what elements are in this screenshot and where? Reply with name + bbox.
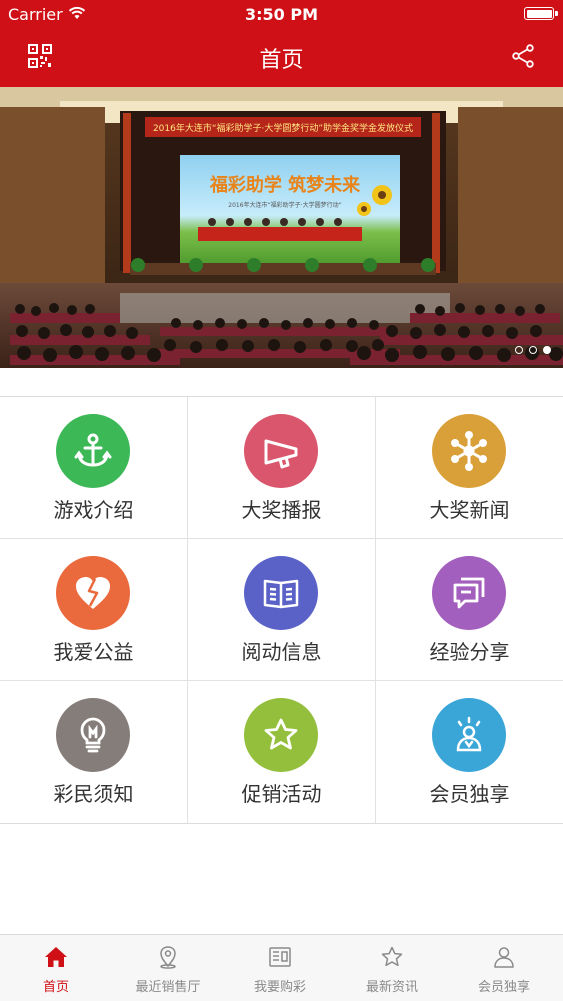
grid-item-label: 经验分享 <box>429 640 510 664</box>
banner-carousel[interactable]: 2016年大连市“福彩助学子·大学圆梦行动”助学金奖学金发放仪式 福彩助学 筑梦… <box>0 87 563 368</box>
clock: 3:50 PM <box>244 5 318 24</box>
grid-item-member-exclusive[interactable]: 会员独享 <box>376 681 563 822</box>
battery-icon <box>524 7 558 20</box>
tab-home[interactable]: 首页 <box>0 935 112 1001</box>
tab-buy-lottery[interactable]: 我要购彩 <box>224 935 336 1001</box>
share-icon[interactable] <box>511 44 535 68</box>
carousel-dot-active[interactable] <box>543 346 551 354</box>
status-bar: Carrier 3:50 PM <box>0 0 563 30</box>
tab-label: 首页 <box>42 980 69 995</box>
grid-item-label: 彩民须知 <box>53 782 134 806</box>
grid-icon-circle <box>56 556 130 630</box>
grid-icon-circle <box>56 414 130 488</box>
tab-label: 我要购彩 <box>253 980 306 995</box>
user-icon <box>494 947 514 968</box>
grid-icon-circle <box>432 698 506 772</box>
grid-icon-circle <box>432 556 506 630</box>
star-icon <box>264 718 298 750</box>
stage-banner-text: 2016年大连市“福彩助学子·大学圆梦行动”助学金奖学金发放仪式 <box>153 122 413 134</box>
grid-item-label: 促销活动 <box>241 782 322 806</box>
grid-icon-circle <box>432 414 506 488</box>
megaphone-icon <box>264 439 298 469</box>
ticket-icon <box>269 947 291 967</box>
star-outline-icon <box>381 946 403 967</box>
lightbulb-icon <box>80 717 106 753</box>
carousel-dot[interactable] <box>515 346 523 354</box>
tab-latest-news[interactable]: 最新资讯 <box>336 935 448 1001</box>
tab-nearby-stores[interactable]: 最近销售厅 <box>112 935 224 1001</box>
grid-item-promotions[interactable]: 促销活动 <box>188 681 375 822</box>
grid-icon-circle <box>56 698 130 772</box>
app-header: Carrier 3:50 PM 首页 <box>0 0 563 87</box>
grid-item-label: 我爱公益 <box>53 640 134 664</box>
grid-item-game-intro[interactable]: 游戏介绍 <box>0 397 187 538</box>
grid-item-player-notice[interactable]: 彩民须知 <box>0 681 187 822</box>
anchor-icon <box>74 433 112 467</box>
grid-item-jackpot-broadcast[interactable]: 大奖播报 <box>188 397 375 538</box>
screen-slogan: 福彩助学 筑梦未来 <box>209 174 361 196</box>
tab-label: 会员独享 <box>477 980 530 995</box>
tab-label: 最近销售厅 <box>135 980 201 995</box>
grid-item-charity[interactable]: 我爱公益 <box>0 539 187 680</box>
tab-member[interactable]: 会员独享 <box>448 935 560 1001</box>
home-icon <box>45 947 67 967</box>
grid-icon-circle <box>244 556 318 630</box>
screen-caption: 2016年大连市“福彩助学子·大学圆梦行动” <box>228 201 341 209</box>
grid-icon-circle <box>244 414 318 488</box>
carousel-indicator[interactable] <box>515 346 551 354</box>
chat-icon <box>453 577 485 609</box>
grid-item-experience-share[interactable]: 经验分享 <box>376 539 563 680</box>
grid-item-label: 游戏介绍 <box>53 498 134 522</box>
grid-item-label: 会员独享 <box>429 782 510 806</box>
location-pin-icon <box>160 946 176 969</box>
banner-photo: 2016年大连市“福彩助学子·大学圆梦行动”助学金奖学金发放仪式 福彩助学 筑梦… <box>0 87 563 368</box>
grid-item-label: 大奖新闻 <box>429 498 510 522</box>
grid-item-jackpot-news[interactable]: 大奖新闻 <box>376 397 563 538</box>
grid-item-label: 阅动信息 <box>241 640 322 664</box>
page-title: 首页 <box>259 48 304 73</box>
member-icon <box>456 716 482 752</box>
book-icon <box>263 579 299 609</box>
grid-icon-circle <box>244 698 318 772</box>
bottom-tab-bar: 首页 最近销售厅 我要购彩 最新资讯 会员独享 <box>0 934 563 1001</box>
feature-grid: 游戏介绍 大奖播报 大奖新闻 我爱公益 阅动信息 经验分享 彩民须知 促销活动 … <box>0 396 563 824</box>
grid-item-reading-info[interactable]: 阅动信息 <box>188 539 375 680</box>
grid-item-label: 大奖播报 <box>241 498 322 522</box>
heart-icon <box>76 577 110 609</box>
asterisk-icon <box>451 431 487 471</box>
carousel-dot[interactable] <box>529 346 537 354</box>
tab-label: 最新资讯 <box>365 980 418 995</box>
